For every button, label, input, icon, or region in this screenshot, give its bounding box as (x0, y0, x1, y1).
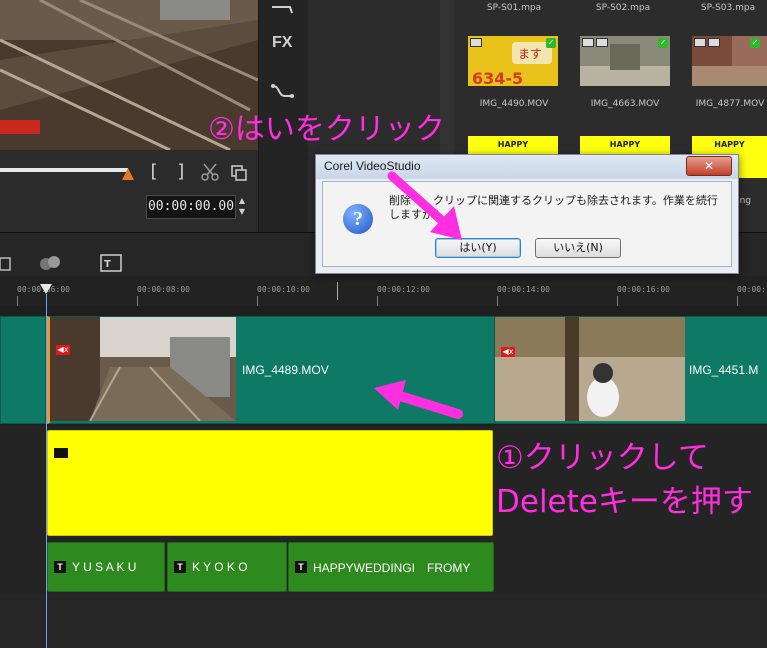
audio-track (0, 594, 767, 648)
track-manager-icon[interactable] (0, 256, 14, 276)
clip-thumbnail (495, 317, 685, 421)
video-clip-previous[interactable] (0, 316, 46, 424)
image-file-icon (54, 448, 68, 458)
title-clip-kyoko[interactable]: T K Y O K O (167, 542, 287, 592)
playhead-line (46, 294, 47, 648)
ruler-label: 00:00:08:00 (137, 285, 190, 294)
instant-project-icon[interactable] (270, 0, 294, 19)
title-icon: T (295, 561, 307, 573)
title-icon: T (174, 561, 186, 573)
ruler-tick (137, 296, 138, 306)
title-clip-label: Y U S A K U (72, 560, 137, 574)
clip-label: IMG_4489.MOV (242, 363, 329, 377)
question-icon: ? (343, 204, 373, 234)
chevron-down-icon[interactable]: ▼ (236, 206, 248, 217)
mark-in-button[interactable]: [ (148, 161, 159, 182)
clip-thumbnail (50, 317, 236, 421)
no-button[interactable]: いいえ(N) (535, 238, 621, 258)
library-item-caption: SP-S02.mpa (595, 3, 651, 13)
video-file-icon (708, 38, 720, 47)
video-file-icon (470, 38, 482, 47)
ruler-tick (617, 296, 618, 306)
ruler-label: 00:00:10:00 (257, 285, 310, 294)
title-clip-yusaku[interactable]: T Y U S A K U (47, 542, 165, 592)
ruler-tick (257, 296, 258, 306)
annotation-step-2: ②はいをクリック (208, 112, 445, 147)
scrub-bar[interactable] (0, 168, 128, 172)
ruler-label: 00:00:18:00 (737, 285, 767, 294)
library-item-caption: SP-S01.mpa (486, 3, 542, 13)
mute-icon[interactable]: ◀x (56, 345, 70, 355)
ruler-label: 00:00:14:00 (497, 285, 550, 294)
ruler-tick (497, 296, 498, 306)
library-item-caption: IMG_4490.MOV (479, 99, 549, 109)
dialog-body: ? 削除 クリップに関連するクリップも除去されます。作業を続行しますか？ はい(… (322, 181, 732, 267)
check-icon: ✓ (546, 38, 556, 48)
svg-text:T: T (104, 259, 111, 270)
library-item-caption: SP-S03.mpa (700, 3, 756, 13)
mark-out-button[interactable]: ] (176, 161, 187, 182)
title-clip-label: HAPPYWEDDINGI FROMY (313, 560, 471, 575)
annotation-step-1: ①クリックしてDeleteキーを押す (496, 440, 753, 520)
library-item-caption: IMG_4877.MOV (695, 99, 765, 109)
dialog-message: 削除 クリップに関連するクリップも除去されます。作業を続行しますか？ (389, 194, 718, 221)
check-icon: ✓ (658, 38, 668, 48)
title-icon: T (54, 561, 66, 573)
confirm-dialog: Corel VideoStudio ✕ ? 削除 クリップに関連するクリップも除… (315, 154, 739, 274)
overlay-clip-title-image[interactable] (47, 430, 493, 536)
record-capture-icon[interactable] (38, 254, 68, 276)
library-item-img-4877[interactable]: ✓ (692, 36, 767, 86)
svg-text:634-5: 634-5 (472, 69, 523, 86)
ruler-tick (337, 282, 338, 300)
dialog-title: Corel VideoStudio (324, 159, 421, 173)
playhead-handle[interactable] (40, 284, 52, 294)
title-clip-label: K Y O K O (192, 560, 248, 574)
title-safe-icon[interactable]: T (100, 254, 122, 276)
library-item-caption: IMG_4663.MOV (590, 99, 660, 109)
video-file-icon (694, 38, 706, 47)
library-item-img-4490[interactable]: ます 634-5 ✓ (468, 36, 558, 86)
video-clip-img-4489[interactable]: ◀x IMG_4489.MOV (47, 316, 497, 424)
fx-button[interactable]: FX (272, 34, 292, 52)
chevron-up-icon[interactable]: ▲ (236, 195, 248, 206)
svg-text:ます: ます (518, 47, 542, 61)
dialog-close-button[interactable]: ✕ (686, 156, 732, 176)
title-clip-happy-wedding[interactable]: T HAPPYWEDDINGI FROMY (288, 542, 494, 592)
ruler-tick (17, 296, 18, 306)
scrub-handle[interactable] (122, 168, 134, 180)
scissors-icon[interactable] (200, 162, 220, 186)
ruler-tick (737, 296, 738, 306)
timecode-stepper[interactable]: ▲ ▼ (236, 195, 248, 219)
video-clip-img-4451[interactable]: ◀x IMG_4451.M (494, 316, 767, 424)
video-file-icon (596, 38, 608, 47)
ruler-label: 00:00:12:00 (377, 285, 430, 294)
timeline-ruler[interactable]: 00:00:06:00 00:00:08:00 00:00:10:00 00:0… (0, 276, 767, 307)
check-icon: ✓ (750, 38, 760, 48)
yes-button[interactable]: はい(Y) (435, 238, 521, 258)
library-item-img-4663[interactable]: ✓ (580, 36, 670, 86)
ruler-label: 00:00:16:00 (617, 285, 670, 294)
video-file-icon (582, 38, 594, 47)
copy-icon[interactable] (230, 164, 248, 186)
timecode-display[interactable]: 00:00:00.00 (146, 195, 236, 219)
mute-icon[interactable]: ◀x (501, 347, 515, 357)
ruler-tick (377, 296, 378, 306)
clip-label: IMG_4451.M (689, 363, 759, 377)
